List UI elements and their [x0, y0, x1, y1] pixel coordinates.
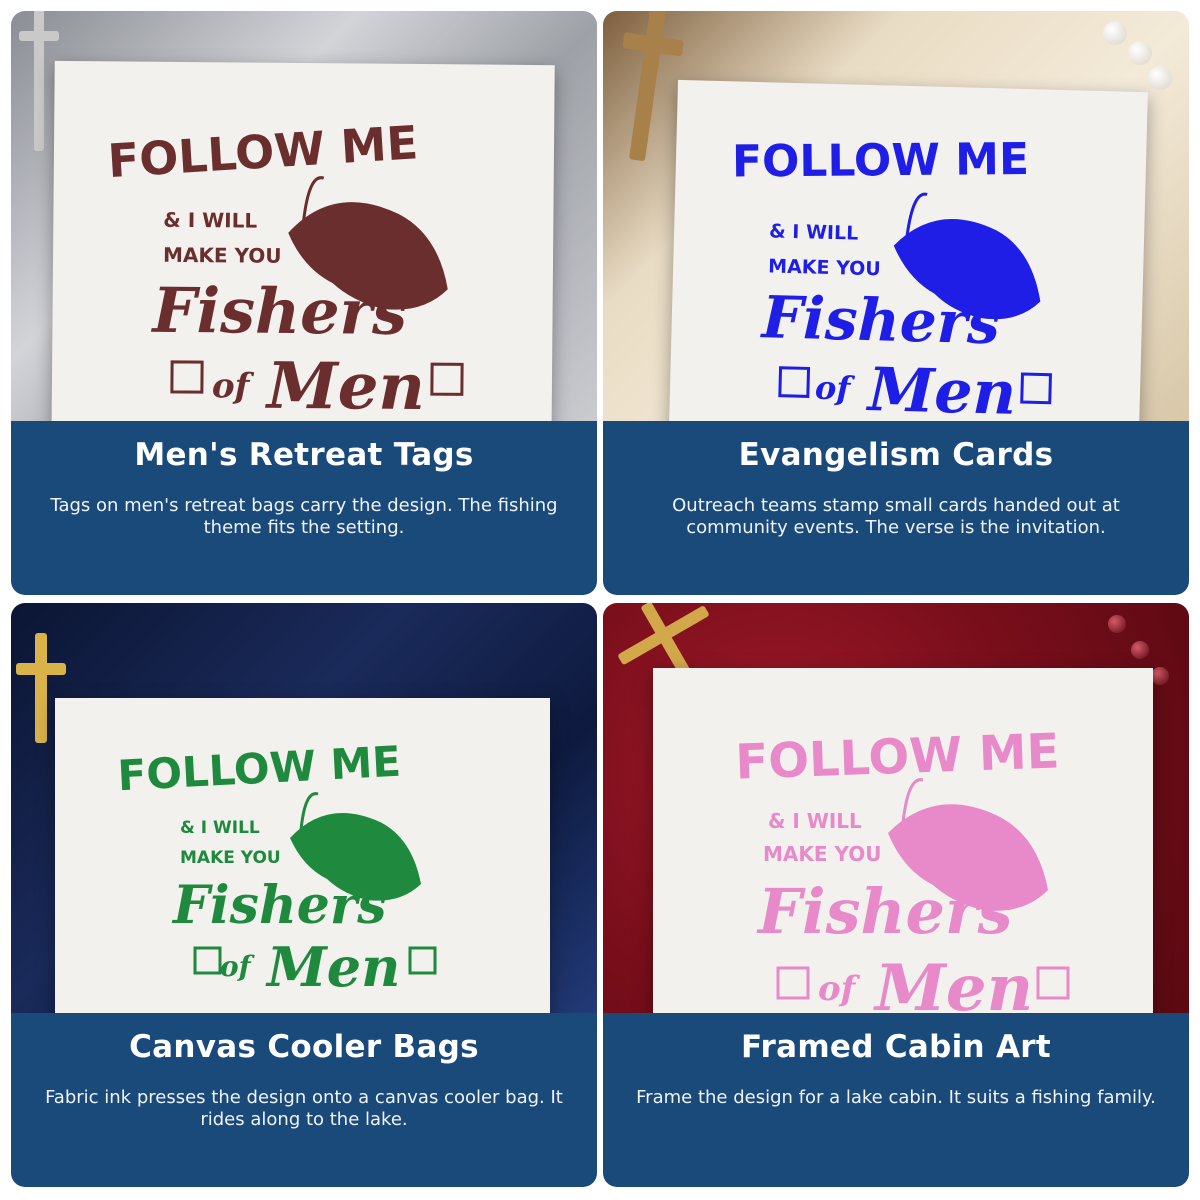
stamp-line-follow-me: FOLLOW ME	[732, 134, 1030, 188]
stamp-line-i-will: & I WILL	[163, 208, 257, 233]
card-info-panel: Canvas Cooler Bags Fabric ink presses th…	[11, 1013, 597, 1187]
stamp-line-make-you: MAKE YOU	[180, 848, 281, 868]
product-photo: FOLLOW ME & I WILL MAKE YOU Fishers of M…	[603, 11, 1189, 421]
stamp-line-follow-me: FOLLOW ME	[116, 737, 402, 801]
stamp-line-make-you: MAKE YOU	[768, 255, 881, 280]
cross-icon	[19, 11, 59, 151]
card-description: Outreach teams stamp small cards handed …	[672, 495, 1120, 538]
card-title: Canvas Cooler Bags	[129, 1029, 479, 1065]
card-title: Framed Cabin Art	[741, 1029, 1051, 1065]
card-description: Fabric ink presses the design onto a can…	[45, 1087, 563, 1130]
stamp-line-follow-me: FOLLOW ME	[106, 115, 419, 188]
stamp-impression: FOLLOW ME & I WILL MAKE YOU Fishers of M…	[116, 737, 437, 999]
card-info-panel: Men's Retreat Tags Tags on men's retreat…	[11, 421, 597, 595]
stamp-impression: FOLLOW ME & I WILL MAKE YOU Fishers of M…	[106, 115, 464, 421]
stamp-line-men: Men	[865, 355, 1017, 421]
stamp-line-make-you: MAKE YOU	[163, 243, 282, 268]
stamped-paper: FOLLOW ME & I WILL MAKE YOU Fishers of M…	[55, 698, 550, 1013]
use-case-card-mens-retreat-tags: FOLLOW ME & I WILL MAKE YOU Fishers of M…	[11, 11, 597, 595]
rosary-bead	[1108, 615, 1126, 633]
stamp-line-men: Men	[873, 951, 1033, 1013]
stamp-line-i-will: & I WILL	[769, 220, 859, 244]
stamp-line-men: Men	[265, 935, 400, 999]
card-info-panel: Evangelism Cards Outreach teams stamp sm…	[603, 421, 1189, 595]
use-case-card-framed-cabin-art: FOLLOW ME & I WILL MAKE YOU Fishers of M…	[603, 603, 1189, 1187]
stamp-line-i-will: & I WILL	[180, 818, 260, 838]
stamp-line-i-will: & I WILL	[768, 809, 862, 833]
stamp-impression: FOLLOW ME & I WILL MAKE YOU Fishers of M…	[735, 723, 1070, 1013]
stamp-line-of: of	[818, 969, 861, 1009]
pearl-bead	[1128, 41, 1152, 65]
card-title: Men's Retreat Tags	[134, 437, 474, 473]
product-photo: FOLLOW ME & I WILL MAKE YOU Fishers of M…	[11, 603, 597, 1013]
pearl-bead	[1103, 21, 1127, 45]
card-description: Frame the design for a lake cabin. It su…	[636, 1087, 1156, 1108]
use-case-card-canvas-cooler-bags: FOLLOW ME & I WILL MAKE YOU Fishers of M…	[11, 603, 597, 1187]
card-title: Evangelism Cards	[738, 437, 1054, 473]
card-info-panel: Framed Cabin Art Frame the design for a …	[603, 1013, 1189, 1187]
product-photo: FOLLOW ME & I WILL MAKE YOU Fishers of M…	[603, 603, 1189, 1013]
stamp-line-of: of	[212, 366, 255, 406]
stamped-paper: FOLLOW ME & I WILL MAKE YOU Fishers of M…	[668, 79, 1148, 421]
stamp-line-follow-me: FOLLOW ME	[735, 723, 1061, 790]
product-photo: FOLLOW ME & I WILL MAKE YOU Fishers of M…	[11, 11, 597, 421]
use-case-card-evangelism-cards: FOLLOW ME & I WILL MAKE YOU Fishers of M…	[603, 11, 1189, 595]
rosary-bead	[1131, 641, 1149, 659]
stamped-paper: FOLLOW ME & I WILL MAKE YOU Fishers of M…	[51, 60, 555, 421]
stamp-line-men: Men	[265, 349, 426, 421]
stamp-line-of: of	[220, 950, 256, 983]
pearl-bead	[1148, 66, 1172, 90]
card-description: Tags on men's retreat bags carry the des…	[50, 495, 558, 538]
stamp-line-make-you: MAKE YOU	[763, 842, 882, 866]
stamped-paper: FOLLOW ME & I WILL MAKE YOU Fishers of M…	[653, 668, 1153, 1013]
stamp-impression: FOLLOW ME & I WILL MAKE YOU Fishers of M…	[732, 134, 1053, 421]
rosary-bead	[1151, 667, 1169, 685]
stamp-line-of: of	[815, 369, 856, 408]
